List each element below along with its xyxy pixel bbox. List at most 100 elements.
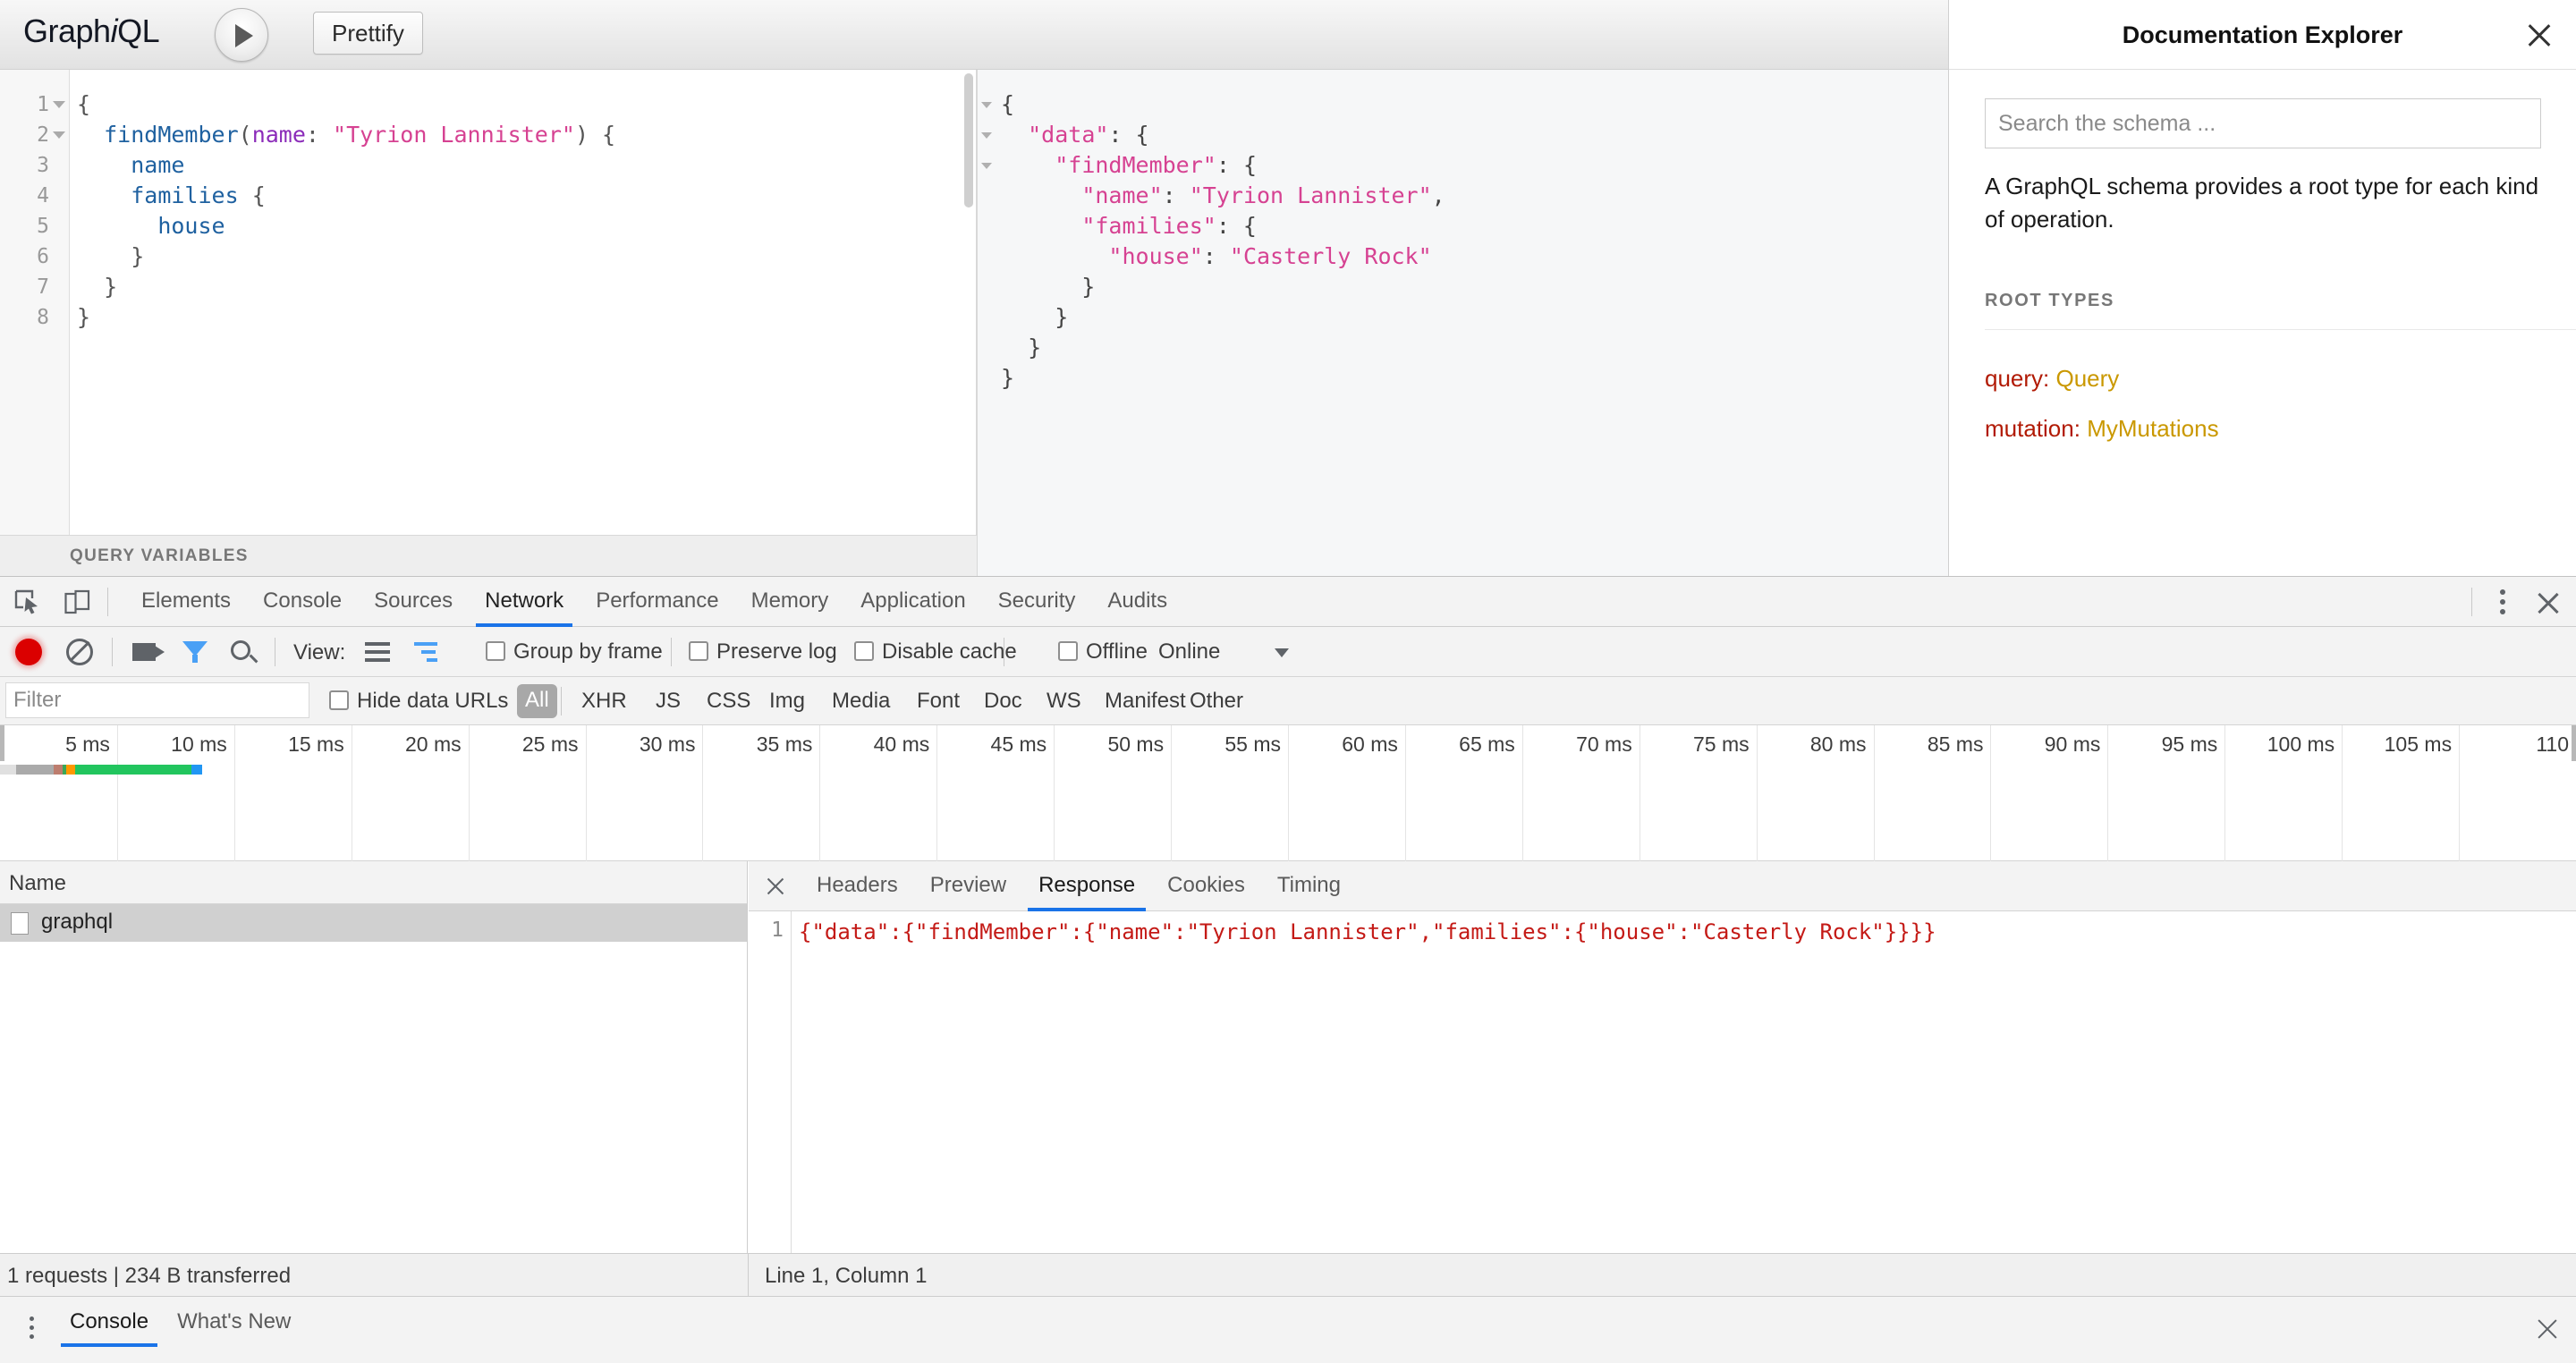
- resource-type-js[interactable]: JS: [656, 689, 681, 714]
- resource-type-img[interactable]: Img: [769, 689, 805, 714]
- drawer-tab-console[interactable]: Console: [55, 1297, 163, 1352]
- detail-tab-headers[interactable]: Headers: [801, 861, 914, 911]
- chevron-down-icon[interactable]: [1275, 648, 1289, 657]
- divider: [2471, 588, 2472, 616]
- close-icon[interactable]: [2535, 1316, 2560, 1342]
- root-type-link[interactable]: Query: [2056, 365, 2120, 392]
- query-line: }: [77, 272, 976, 302]
- fold-arrow-icon[interactable]: [53, 101, 65, 108]
- detail-tab-response[interactable]: Response: [1022, 861, 1151, 911]
- fold-arrow-icon[interactable]: [981, 132, 992, 139]
- timeline-tick: [2459, 725, 2461, 861]
- resource-type-manifest[interactable]: Manifest: [1105, 689, 1186, 714]
- devtools-tab-security[interactable]: Security: [982, 577, 1092, 627]
- query-scrollbar[interactable]: [960, 70, 976, 535]
- timeline-tick: [585, 725, 587, 861]
- root-type-link[interactable]: MyMutations: [2087, 415, 2218, 442]
- resource-type-font[interactable]: Font: [917, 689, 960, 714]
- prettify-button[interactable]: Prettify: [313, 12, 423, 55]
- schema-search-input[interactable]: [1985, 98, 2541, 148]
- result-line: {: [1001, 89, 1948, 120]
- json-token: "name": [1081, 182, 1163, 208]
- group-by-frame-checkbox[interactable]: Group by frame: [486, 639, 663, 665]
- camera-icon[interactable]: [132, 643, 165, 661]
- response-text[interactable]: {"data":{"findMember":{"name":"Tyrion La…: [799, 919, 2576, 945]
- checkbox-box[interactable]: [689, 641, 708, 661]
- preserve-log-label: Preserve log: [716, 639, 837, 664]
- timeline-tick-label: 40 ms: [873, 732, 930, 756]
- devtools-tab-performance[interactable]: Performance: [580, 577, 734, 627]
- more-options-icon[interactable]: [20, 1316, 43, 1343]
- checkbox-box[interactable]: [486, 641, 505, 661]
- resource-type-ws[interactable]: WS: [1046, 689, 1081, 714]
- device-toolbar-icon[interactable]: [64, 589, 91, 614]
- timeline-tick: [1054, 725, 1055, 861]
- query-scrollbar-thumb[interactable]: [964, 73, 973, 207]
- timeline-tick-label: 50 ms: [1107, 732, 1165, 756]
- json-token: "Casterly Rock": [1229, 243, 1432, 269]
- close-icon[interactable]: [2535, 589, 2562, 616]
- fold-arrow-icon[interactable]: [53, 131, 65, 139]
- fold-arrow-icon[interactable]: [981, 163, 992, 169]
- timeline-tick-label: 60 ms: [1342, 732, 1398, 756]
- list-view-icon[interactable]: [365, 642, 390, 662]
- devtools-tab-console[interactable]: Console: [247, 577, 358, 627]
- drawer-tab-what-s-new[interactable]: What's New: [163, 1297, 305, 1352]
- timeline-tick-label: 110: [2536, 732, 2569, 756]
- json-token: :: [1162, 182, 1190, 208]
- more-options-icon[interactable]: [2490, 589, 2515, 614]
- resource-type-css[interactable]: CSS: [707, 689, 750, 714]
- checkbox-box[interactable]: [1058, 641, 1078, 661]
- disable-cache-label: Disable cache: [882, 639, 1017, 664]
- detail-tab-timing[interactable]: Timing: [1261, 861, 1357, 911]
- throttling-select[interactable]: Online: [1158, 639, 1220, 665]
- timeline-tick: [2342, 725, 2343, 861]
- code-token: "Tyrion Lannister": [333, 122, 575, 148]
- devtools-tab-network[interactable]: Network: [469, 577, 580, 627]
- clear-icon[interactable]: [66, 639, 93, 665]
- resource-type-xhr[interactable]: XHR: [581, 689, 627, 714]
- checkbox-box[interactable]: [854, 641, 874, 661]
- devtools-tab-sources[interactable]: Sources: [358, 577, 469, 627]
- devtools-tab-application[interactable]: Application: [844, 577, 981, 627]
- devtools-tab-memory[interactable]: Memory: [735, 577, 845, 627]
- filter-input[interactable]: [5, 682, 309, 718]
- close-icon[interactable]: [2522, 18, 2556, 52]
- offline-checkbox[interactable]: Offline: [1058, 639, 1148, 665]
- code-token: }: [77, 243, 145, 269]
- resource-type-doc[interactable]: Doc: [984, 689, 1022, 714]
- json-token: }: [1001, 365, 1015, 391]
- hide-data-urls-checkbox[interactable]: Hide data URLs: [329, 689, 508, 714]
- root-type-mutation[interactable]: mutation: MyMutations: [1985, 415, 2219, 443]
- resource-type-all[interactable]: All: [517, 684, 557, 718]
- query-editor[interactable]: { findMember(name: "Tyrion Lannister") {…: [70, 70, 976, 535]
- network-timeline-ruler[interactable]: 5 ms 10 ms 15 ms 20 ms 25 ms 30 ms 35 ms 40 ms 4…: [0, 725, 2576, 861]
- preserve-log-checkbox[interactable]: Preserve log: [689, 639, 837, 665]
- timeline-tick: [936, 725, 938, 861]
- waterfall-view-icon[interactable]: [414, 642, 443, 662]
- filter-icon[interactable]: [182, 641, 208, 663]
- root-type-query[interactable]: query: Query: [1985, 365, 2119, 393]
- checkbox-box[interactable]: [329, 690, 349, 710]
- devtools-tab-audits[interactable]: Audits: [1091, 577, 1183, 627]
- disable-cache-checkbox[interactable]: Disable cache: [854, 639, 1017, 665]
- timeline-left-handle[interactable]: [0, 725, 4, 761]
- search-icon[interactable]: [231, 640, 250, 660]
- record-button[interactable]: [15, 639, 42, 665]
- execute-query-button[interactable]: [215, 8, 268, 62]
- timeline-tick-label: 65 ms: [1459, 732, 1515, 756]
- table-row[interactable]: graphql: [0, 904, 747, 942]
- query-variables-bar[interactable]: QUERY VARIABLES: [0, 535, 977, 576]
- devtools-tab-elements[interactable]: Elements: [125, 577, 247, 627]
- close-icon[interactable]: [765, 876, 786, 897]
- resource-type-media[interactable]: Media: [832, 689, 890, 714]
- inspect-element-icon[interactable]: [14, 589, 41, 614]
- resource-type-other[interactable]: Other: [1190, 689, 1243, 714]
- detail-tab-cookies[interactable]: Cookies: [1151, 861, 1261, 911]
- play-icon: [235, 24, 253, 47]
- timeline-tick: [1171, 725, 1173, 861]
- detail-tab-preview[interactable]: Preview: [914, 861, 1022, 911]
- fold-arrow-icon[interactable]: [981, 102, 992, 108]
